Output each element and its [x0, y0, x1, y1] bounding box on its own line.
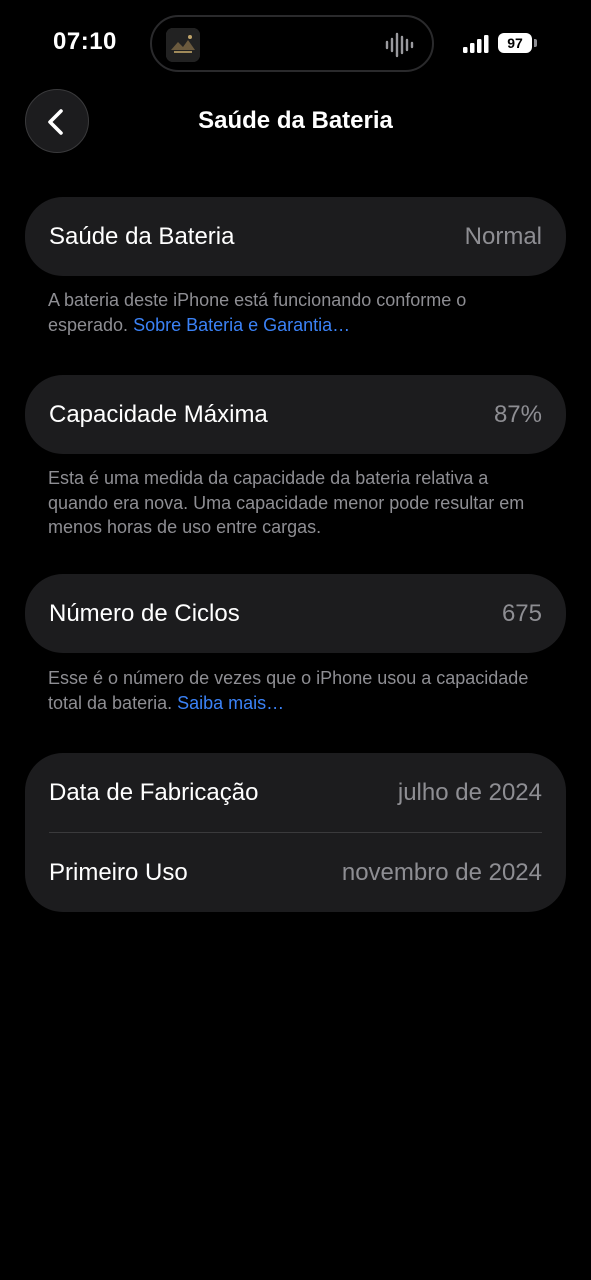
max-capacity-row: Capacidade Máxima 87% [25, 375, 566, 454]
first-use-row: Primeiro Uso novembro de 2024 [25, 833, 566, 912]
battery-tip [534, 39, 537, 47]
max-capacity-card: Capacidade Máxima 87% [25, 375, 566, 454]
cycle-count-card: Número de Ciclos 675 [25, 574, 566, 653]
manufacture-date-row: Data de Fabricação julho de 2024 [25, 753, 566, 832]
battery-warranty-link[interactable]: Sobre Bateria e Garantia… [133, 315, 350, 335]
battery-health-card: Saúde da Bateria Normal [25, 197, 566, 276]
cellular-signal-icon [463, 34, 489, 54]
battery-health-footnote: A bateria deste iPhone está funcionando … [48, 288, 548, 337]
max-capacity-label: Capacidade Máxima [49, 400, 268, 428]
first-use-label: Primeiro Uso [49, 858, 188, 886]
cycle-count-value: 675 [501, 599, 542, 627]
cycle-count-row: Número de Ciclos 675 [25, 574, 566, 653]
audio-waveform-icon [384, 30, 416, 60]
max-capacity-value: 87% [493, 400, 542, 428]
battery-health-label: Saúde da Bateria [49, 222, 235, 250]
learn-more-link[interactable]: Saiba mais… [177, 693, 284, 713]
cycle-count-footnote-text: Esse é o número de vezes que o iPhone us… [48, 668, 529, 713]
max-capacity-footnote: Esta é uma medida da capacidade da bater… [48, 466, 548, 540]
battery-health-value: Normal [464, 222, 542, 250]
manufacture-date-value: julho de 2024 [397, 778, 542, 806]
battery-level: 97 [498, 33, 532, 53]
battery-icon: 97 [498, 33, 538, 53]
max-capacity-footnote-text: Esta é uma medida da capacidade da bater… [48, 468, 525, 537]
dates-card: Data de Fabricação julho de 2024 Primeir… [25, 753, 566, 912]
page-title: Saúde da Bateria [198, 107, 393, 134]
first-use-value: novembro de 2024 [341, 858, 542, 886]
dynamic-island[interactable] [150, 15, 434, 72]
cycle-count-footnote: Esse é o número de vezes que o iPhone us… [48, 666, 548, 715]
now-playing-artwork [166, 28, 200, 62]
status-bar: 07:10 97 [0, 0, 591, 88]
status-time: 07:10 [53, 28, 117, 55]
battery-health-row: Saúde da Bateria Normal [25, 197, 566, 276]
manufacture-date-label: Data de Fabricação [49, 778, 259, 806]
cycle-count-label: Número de Ciclos [49, 599, 240, 627]
